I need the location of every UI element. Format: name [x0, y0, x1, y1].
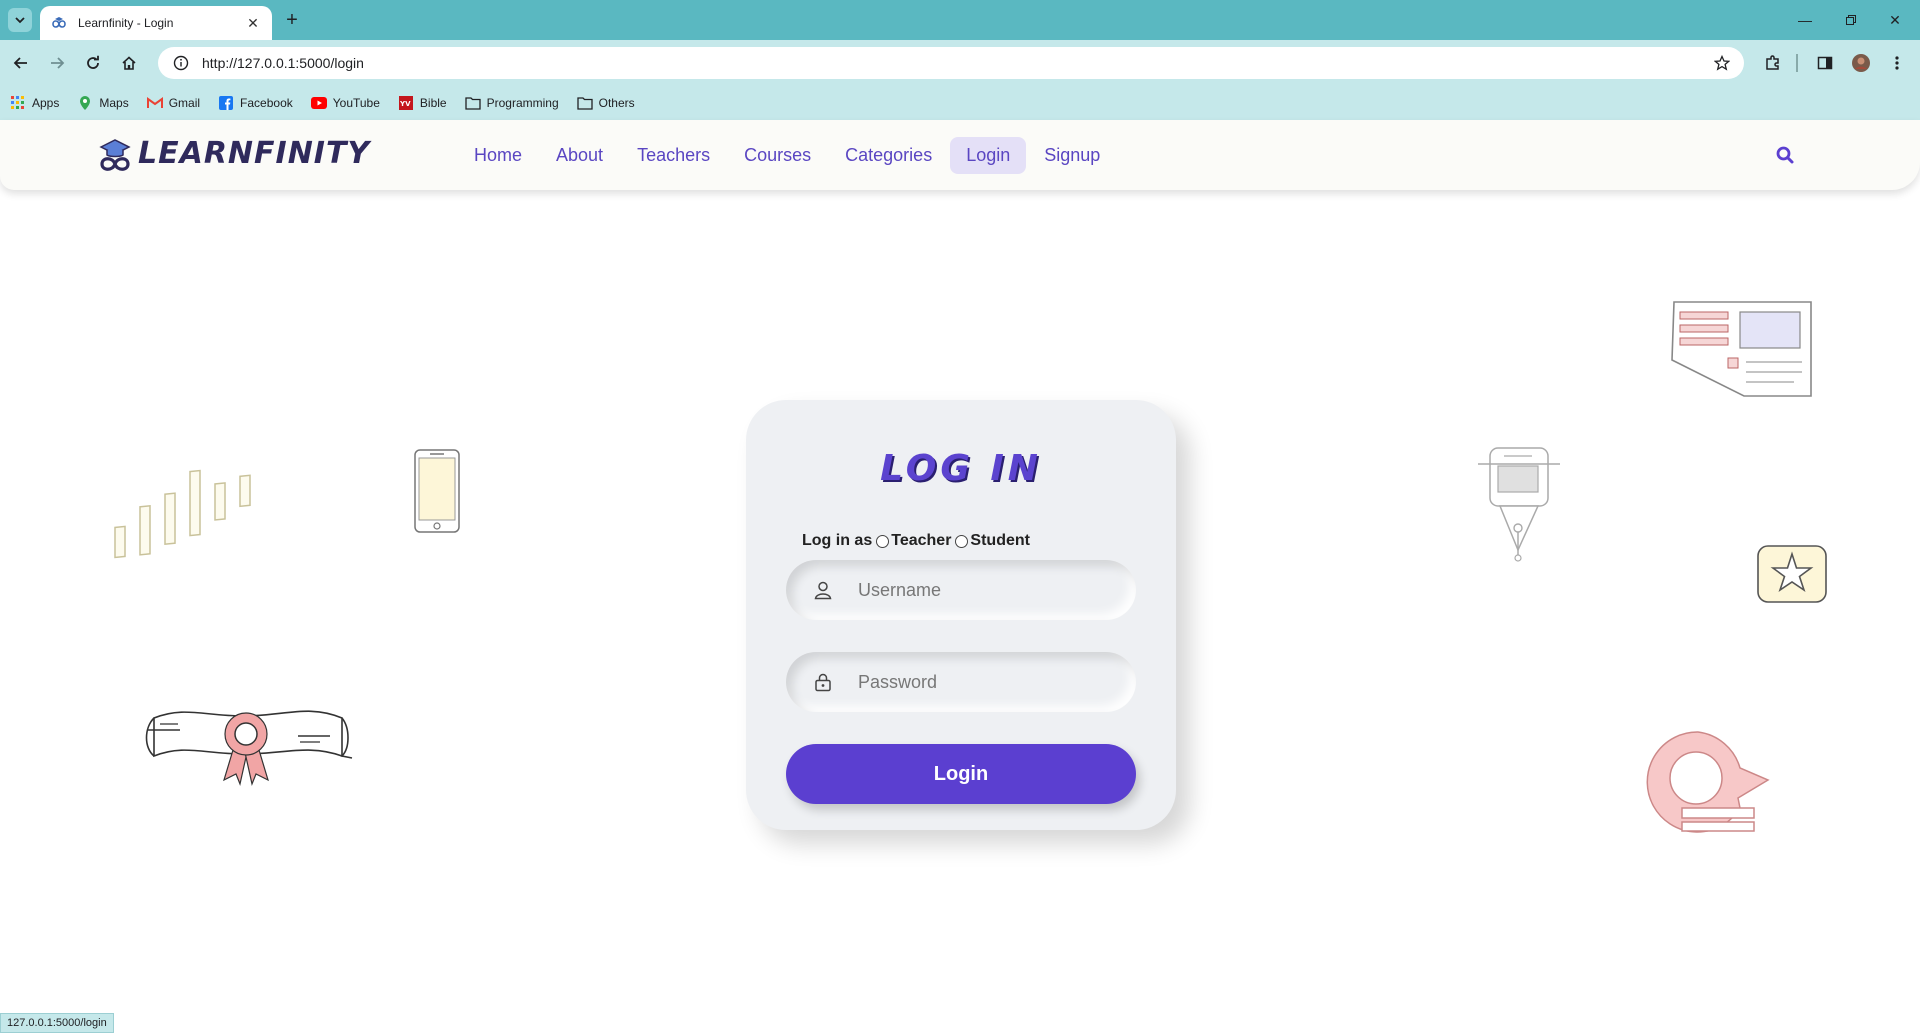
bookmark-label: Bible	[419, 96, 447, 110]
close-window-button[interactable]: ✕	[1880, 8, 1910, 32]
bookmark-facebook[interactable]: Facebook	[218, 95, 293, 111]
folder-icon	[464, 95, 481, 111]
password-field[interactable]	[786, 652, 1136, 712]
bookmark-label: Others	[598, 96, 635, 110]
close-tab-icon[interactable]: ✕	[244, 14, 262, 32]
bookmark-apps[interactable]: Apps	[10, 95, 59, 111]
side-panel-icon	[1817, 56, 1833, 70]
apps-grid-icon	[10, 95, 26, 111]
login-title: LOG IN	[880, 448, 1042, 489]
fountain-pen-illustration	[1478, 447, 1560, 562]
bookmark-others[interactable]: Others	[576, 95, 635, 111]
lock-icon	[812, 671, 834, 693]
status-bar-url: 127.0.0.1:5000/login	[0, 1013, 114, 1033]
star-badge-illustration	[1757, 545, 1827, 603]
user-icon	[812, 579, 834, 601]
nav-link-login[interactable]: Login	[950, 137, 1027, 174]
home-icon	[122, 56, 136, 70]
logo-text: LEARNFINITY	[138, 135, 371, 171]
browser-toolbar: http://127.0.0.1:5000/login	[0, 40, 1920, 86]
bible-icon: YV	[398, 95, 414, 111]
avatar-icon	[1852, 54, 1870, 72]
chevron-down-icon	[15, 17, 25, 24]
more-vertical-icon	[1895, 56, 1899, 70]
site-info-icon[interactable]	[172, 54, 190, 72]
side-panel-button[interactable]	[1812, 50, 1838, 76]
main-nav: Home About Teachers Courses Categories Login S…	[458, 137, 1118, 174]
bookmark-label: Gmail	[168, 96, 201, 110]
web-page: LEARNFINITY Home About Teachers Courses Cate…	[0, 120, 1920, 1033]
bookmark-label: Facebook	[240, 96, 293, 110]
bookmark-label: Programming	[486, 96, 559, 110]
reload-icon	[87, 55, 99, 69]
browser-chrome: Learnfinity - Login ✕ + — ✕ http://127.0…	[0, 0, 1920, 120]
tab-strip: Learnfinity - Login ✕ + — ✕	[0, 0, 1920, 40]
nav-link-teachers[interactable]: Teachers	[621, 137, 726, 174]
bookmark-bible[interactable]: YV Bible	[398, 95, 447, 111]
bookmark-maps[interactable]: Maps	[77, 95, 129, 111]
role-prompt-label: Log in as	[802, 532, 873, 549]
tab-search-button[interactable]	[8, 8, 32, 32]
role-selector: Log in as Teacher Student	[802, 532, 1030, 550]
new-tab-button[interactable]: +	[282, 10, 302, 30]
reload-button[interactable]	[80, 50, 106, 76]
login-button[interactable]: Login	[786, 744, 1136, 804]
infinity-graduation-cap-icon	[99, 139, 131, 171]
nav-link-about[interactable]: About	[540, 137, 619, 174]
nav-link-categories[interactable]: Categories	[829, 137, 948, 174]
nav-search-button[interactable]	[1772, 142, 1798, 168]
site-navbar: LEARNFINITY Home About Teachers Courses Cate…	[0, 120, 1920, 190]
learnfinity-favicon-icon	[50, 14, 68, 32]
bookmarks-bar: Apps Maps Gmail Facebook YouTube YV Bible Progr…	[0, 86, 1920, 120]
back-button[interactable]	[8, 50, 34, 76]
maps-pin-icon	[77, 95, 93, 111]
nav-link-courses[interactable]: Courses	[728, 137, 827, 174]
arrow-left-icon	[13, 57, 27, 69]
teacher-radio[interactable]	[876, 534, 890, 548]
browser-menu-button[interactable]	[1884, 50, 1910, 76]
profile-avatar-button[interactable]	[1848, 50, 1874, 76]
username-field[interactable]	[786, 560, 1136, 620]
url-text: http://127.0.0.1:5000/login	[202, 55, 364, 71]
restore-icon	[1846, 15, 1856, 25]
minimize-window-button[interactable]: —	[1790, 8, 1820, 32]
tab-title: Learnfinity - Login	[78, 16, 174, 30]
bookmark-star-icon[interactable]	[1712, 53, 1732, 73]
bookmark-label: Maps	[99, 96, 129, 110]
username-input[interactable]	[858, 579, 1098, 601]
student-radio-label[interactable]: Student	[970, 532, 1030, 550]
login-card: LOG IN Log in as Teacher Student Login	[746, 400, 1176, 830]
bookmark-label: Apps	[32, 96, 60, 110]
web-layout-illustration	[1671, 301, 1812, 397]
forward-button[interactable]	[44, 50, 70, 76]
youtube-icon	[310, 95, 327, 111]
bookmark-programming[interactable]: Programming	[464, 95, 559, 111]
student-radio[interactable]	[955, 534, 969, 548]
puzzle-icon	[1766, 55, 1779, 70]
teacher-radio-label[interactable]: Teacher	[891, 532, 951, 550]
bookmark-youtube[interactable]: YouTube	[310, 95, 380, 111]
folder-icon	[576, 95, 593, 111]
gmail-icon	[146, 95, 163, 111]
svg-text:YV: YV	[399, 100, 411, 108]
active-tab[interactable]: Learnfinity - Login ✕	[40, 6, 272, 40]
bookmark-gmail[interactable]: Gmail	[146, 95, 201, 111]
search-icon	[1776, 146, 1794, 164]
bookmark-label: YouTube	[332, 96, 380, 110]
home-button[interactable]	[116, 50, 142, 76]
restore-window-button[interactable]	[1836, 8, 1866, 32]
smartphone-illustration	[414, 449, 460, 533]
address-bar[interactable]: http://127.0.0.1:5000/login	[158, 47, 1744, 79]
nav-link-signup[interactable]: Signup	[1028, 137, 1116, 174]
bar-chart-illustration	[114, 469, 251, 559]
diploma-illustration	[145, 710, 353, 787]
password-input[interactable]	[858, 671, 1098, 693]
facebook-icon	[218, 95, 234, 111]
nav-link-home[interactable]: Home	[458, 137, 538, 174]
toolbar-divider	[1796, 54, 1798, 72]
site-logo[interactable]: LEARNFINITY	[98, 133, 370, 173]
chat-bubble-illustration	[1646, 731, 1770, 833]
extensions-button[interactable]	[1760, 50, 1786, 76]
arrow-right-icon	[51, 57, 65, 69]
